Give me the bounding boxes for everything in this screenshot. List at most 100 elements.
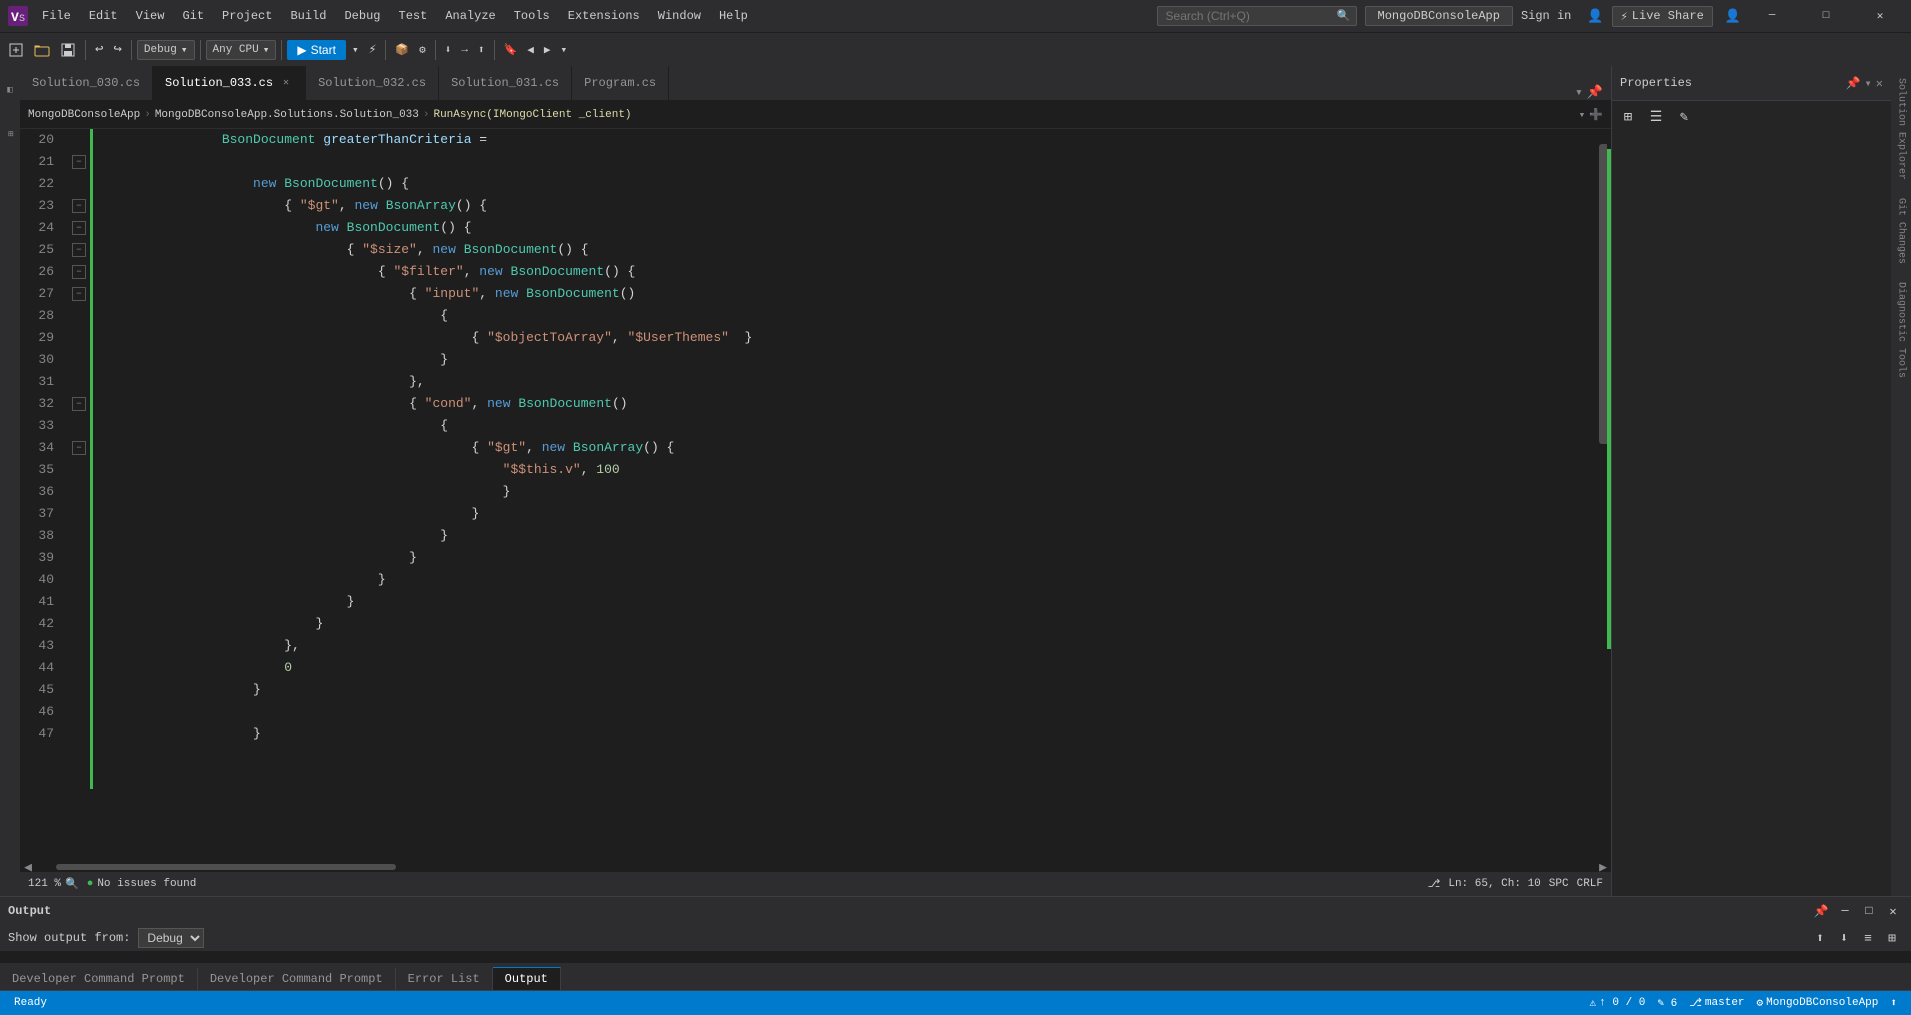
output-icon-btn4[interactable]: ⊞ bbox=[1881, 927, 1903, 949]
line-num-39: 39 bbox=[20, 547, 62, 569]
menu-analyze[interactable]: Analyze bbox=[437, 7, 503, 25]
fold-icon-21[interactable]: − bbox=[72, 155, 86, 169]
tab-dev-cmd-2[interactable]: Developer Command Prompt bbox=[198, 968, 396, 990]
zoom-control[interactable]: 121 % 🔍 bbox=[28, 877, 79, 891]
output-icon-btn1[interactable]: ⬆ bbox=[1809, 927, 1831, 949]
toolbar-bookmark-next[interactable]: ▶ bbox=[540, 41, 555, 59]
git-changes-toggle[interactable]: Git Changes bbox=[1894, 190, 1909, 272]
live-share-button[interactable]: ⚡ Live Share bbox=[1612, 6, 1713, 27]
toolbar-redo[interactable]: ↪ bbox=[109, 39, 125, 60]
fold-icon-24[interactable]: − bbox=[72, 221, 86, 235]
menu-help[interactable]: Help bbox=[711, 7, 756, 25]
menu-extensions[interactable]: Extensions bbox=[560, 7, 648, 25]
menu-build[interactable]: Build bbox=[282, 7, 334, 25]
toolbar-open[interactable] bbox=[30, 40, 54, 60]
breadcrumb-method[interactable]: RunAsync(IMongoClient _client) bbox=[433, 109, 631, 121]
git-status[interactable]: ⎇ bbox=[1428, 877, 1441, 891]
tab-pin-icon[interactable]: 📌 bbox=[1587, 85, 1603, 100]
toolbar-new-project[interactable] bbox=[4, 40, 28, 60]
attach-debugger[interactable]: ⚡ bbox=[365, 40, 381, 59]
output-pin[interactable]: 📌 bbox=[1811, 901, 1831, 921]
tab-close-solution033[interactable]: ✕ bbox=[279, 76, 293, 90]
activity-explorer[interactable]: ◧ bbox=[0, 70, 20, 110]
toolbar-sep5 bbox=[385, 40, 386, 60]
status-errors[interactable]: ⚠ ↑ 0 / 0 bbox=[1584, 996, 1652, 1010]
toolbar-step-into[interactable]: ⬇ bbox=[441, 41, 456, 59]
toolbar-bookmark[interactable]: 🔖 bbox=[500, 41, 522, 59]
prop-grid-view[interactable]: ⊞ bbox=[1616, 105, 1640, 129]
menu-file[interactable]: File bbox=[34, 7, 79, 25]
maximize-button[interactable]: □ bbox=[1803, 0, 1849, 32]
activity-data[interactable]: ⊞ bbox=[0, 114, 20, 154]
output-maximize[interactable]: □ bbox=[1859, 901, 1879, 921]
status-expand[interactable]: ⬆ bbox=[1884, 996, 1903, 1010]
menu-git[interactable]: Git bbox=[174, 7, 212, 25]
start-split[interactable]: ▾ bbox=[348, 41, 363, 59]
output-icon-btn2[interactable]: ⬇ bbox=[1833, 927, 1855, 949]
tab-solution030[interactable]: Solution_030.cs bbox=[20, 66, 153, 100]
tab-error-list[interactable]: Error List bbox=[396, 968, 493, 990]
menu-edit[interactable]: Edit bbox=[81, 7, 126, 25]
status-ready[interactable]: Ready bbox=[8, 997, 53, 1009]
fold-icon-32[interactable]: − bbox=[72, 397, 86, 411]
solution-explorer-toggle[interactable]: Solution Explorer bbox=[1894, 70, 1909, 188]
toolbar-settings[interactable]: ⚙ bbox=[415, 41, 430, 59]
status-line-count[interactable]: ✎ 6 bbox=[1651, 996, 1683, 1010]
tab-list-icon[interactable]: ▾ bbox=[1575, 85, 1583, 100]
tab-dev-cmd-1[interactable]: Developer Command Prompt bbox=[0, 968, 198, 990]
tab-program[interactable]: Program.cs bbox=[572, 66, 669, 100]
toolbar-bookmark-more[interactable]: ▾ bbox=[557, 41, 572, 59]
output-close[interactable]: ✕ bbox=[1883, 901, 1903, 921]
diagnostic-tools-toggle[interactable]: Diagnostic Tools bbox=[1894, 274, 1909, 386]
close-button[interactable]: ✕ bbox=[1857, 0, 1903, 32]
code-area[interactable]: BsonDocument greaterThanCriteria = new B… bbox=[93, 129, 1597, 862]
prop-list-view[interactable]: ☰ bbox=[1644, 105, 1668, 129]
breadcrumb-class[interactable]: MongoDBConsoleApp.Solutions.Solution_033 bbox=[155, 109, 419, 121]
toolbar-step-over[interactable]: → bbox=[457, 42, 472, 58]
horizontal-scrollbar[interactable]: ◀ ▶ bbox=[20, 862, 1611, 872]
menu-window[interactable]: Window bbox=[650, 7, 709, 25]
menu-project[interactable]: Project bbox=[214, 7, 280, 25]
menu-debug[interactable]: Debug bbox=[336, 7, 388, 25]
tab-output[interactable]: Output bbox=[493, 967, 561, 990]
output-icon-btn3[interactable]: ≡ bbox=[1857, 927, 1879, 949]
output-minimize[interactable]: ─ bbox=[1835, 901, 1855, 921]
properties-content bbox=[1612, 133, 1891, 896]
sign-in-button[interactable]: Sign in bbox=[1513, 7, 1579, 25]
breadcrumb-project[interactable]: MongoDBConsoleApp bbox=[28, 109, 140, 121]
output-source-select[interactable]: Debug bbox=[138, 928, 204, 948]
toolbar-undo[interactable]: ↩ bbox=[91, 39, 107, 60]
hscroll-thumb[interactable] bbox=[56, 864, 396, 870]
fold-icon-25[interactable]: − bbox=[72, 243, 86, 257]
status-branch[interactable]: ⎇ master bbox=[1683, 996, 1750, 1010]
toolbar-save[interactable] bbox=[56, 40, 80, 60]
pin-icon[interactable]: 📌 bbox=[1846, 76, 1861, 91]
editor-vscroll[interactable] bbox=[1597, 129, 1611, 862]
prop-pencil-icon[interactable]: ✎ bbox=[1672, 105, 1696, 129]
status-project[interactable]: ⚙ MongoDBConsoleApp bbox=[1751, 996, 1885, 1010]
properties-expand-icon[interactable]: ▾ bbox=[1865, 76, 1872, 91]
toolbar-bookmark-prev[interactable]: ◀ bbox=[523, 41, 538, 59]
fold-icon-26[interactable]: − bbox=[72, 265, 86, 279]
minimize-button[interactable]: ─ bbox=[1749, 0, 1795, 32]
platform-dropdown[interactable]: Any CPU ▾ bbox=[206, 40, 277, 60]
menu-tools[interactable]: Tools bbox=[506, 7, 558, 25]
breadcrumb-expand-icon[interactable]: ▾ bbox=[1579, 108, 1586, 122]
breadcrumb-close-icon[interactable]: ➕ bbox=[1589, 108, 1603, 122]
toolbar-step-out[interactable]: ⬆ bbox=[474, 41, 489, 59]
fold-icon-23[interactable]: − bbox=[72, 199, 86, 213]
line-num-41: 41 bbox=[20, 591, 62, 613]
debug-mode-dropdown[interactable]: Debug ▾ bbox=[137, 40, 195, 60]
fold-icon-27[interactable]: − bbox=[72, 287, 86, 301]
start-button[interactable]: ▶ Start bbox=[287, 40, 346, 60]
issues-indicator[interactable]: ● No issues found bbox=[87, 878, 197, 890]
search-input[interactable] bbox=[1157, 6, 1357, 26]
tab-solution032[interactable]: Solution_032.cs bbox=[306, 66, 439, 100]
menu-view[interactable]: View bbox=[128, 7, 173, 25]
menu-test[interactable]: Test bbox=[391, 7, 436, 25]
tab-solution033[interactable]: Solution_033.cs ✕ bbox=[153, 66, 306, 100]
fold-icon-34[interactable]: − bbox=[72, 441, 86, 455]
tab-solution031[interactable]: Solution_031.cs bbox=[439, 66, 572, 100]
toolbar-publish[interactable]: 📦 bbox=[391, 41, 413, 59]
properties-close-icon[interactable]: ✕ bbox=[1876, 76, 1883, 91]
